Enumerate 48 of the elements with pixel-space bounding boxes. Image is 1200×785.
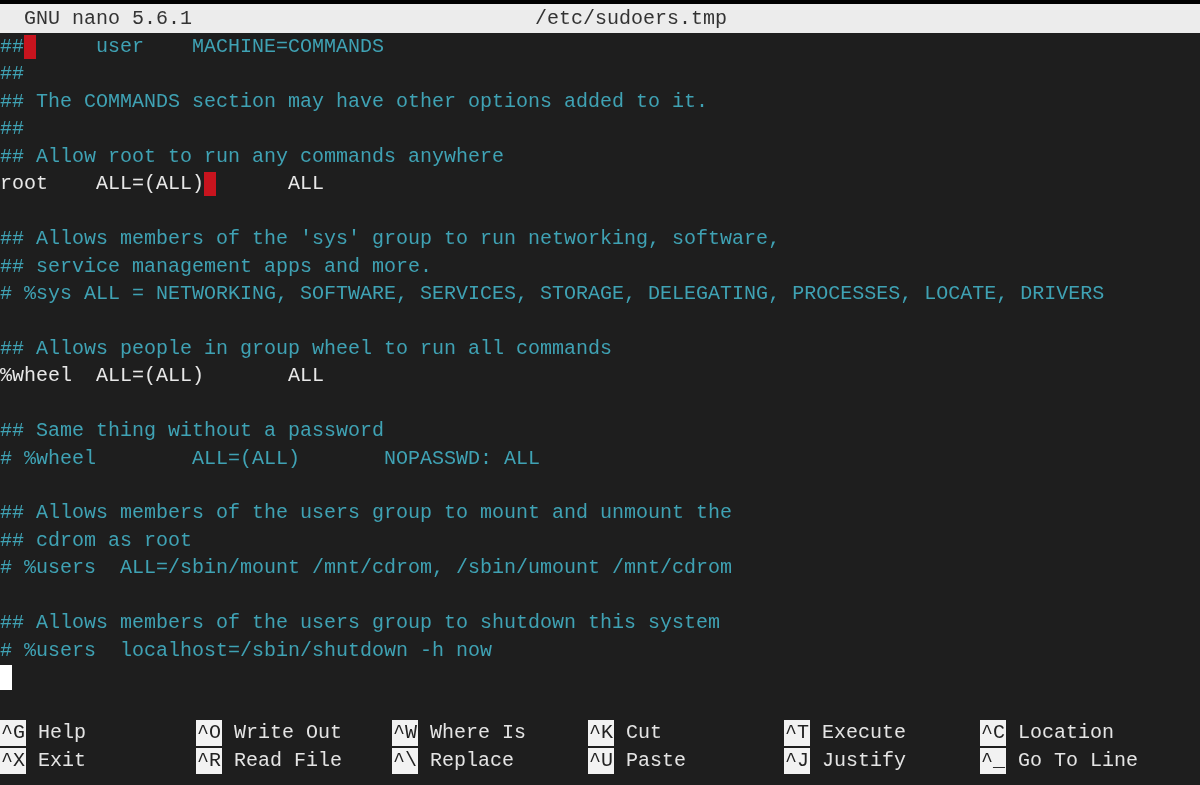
shortcut-key: ^_ xyxy=(980,747,1006,774)
shortcut-key: ^J xyxy=(784,747,810,774)
shortcut-label: Go To Line xyxy=(1018,747,1139,774)
shortcut-label: Exit xyxy=(38,747,87,774)
shortcut-key: ^O xyxy=(196,719,222,746)
shortcut-key: ^X xyxy=(0,747,26,774)
comment-text: ## Allows members of the 'sys' group to run networking, software, xyxy=(0,226,781,253)
shortcut-label: Replace xyxy=(430,747,515,774)
shortcut-key: ^R xyxy=(196,747,222,774)
comment-text: ## Allows members of the users group to mount and unmount the xyxy=(0,500,733,527)
comment-text: user MACHINE=COMMANDS xyxy=(95,34,385,60)
comment-text: # %wheel ALL=(ALL) NOPASSWD: ALL xyxy=(0,445,541,472)
shortcut-key: ^C xyxy=(980,719,1006,746)
comment-text: ## The COMMANDS section may have other options added to it. xyxy=(0,88,709,115)
comment-text: ## xyxy=(0,34,24,60)
shortcut-key: ^K xyxy=(588,719,614,746)
whitespace-marker xyxy=(24,34,36,59)
code-text: ALL xyxy=(287,171,325,198)
shortcut-label: Help xyxy=(38,719,87,746)
code-text: %wheel ALL=(ALL) ALL xyxy=(0,363,325,390)
shortcut-key: ^T xyxy=(784,719,810,746)
shortcut-label: Write Out xyxy=(234,719,343,746)
comment-text: ## Allows members of the users group to shutdown this system xyxy=(0,610,721,637)
shortcut-label: Execute xyxy=(822,719,907,746)
comment-text: ## xyxy=(0,116,24,143)
comment-text: ## service management apps and more. xyxy=(0,253,433,280)
shortcut-label: Justify xyxy=(822,747,907,774)
comment-text: # %users localhost=/sbin/shutdown -h now xyxy=(0,637,493,664)
shortcut-key: ^W xyxy=(392,719,418,746)
shortcut-label: Cut xyxy=(626,719,663,746)
comment-text: ## Allow root to run any commands anywhere xyxy=(0,143,505,170)
comment-text: # %sys ALL = NETWORKING, SOFTWARE, SERVICES, STORAGE, DELEGATING, PROCESSES, LOCATE, DRIVERS xyxy=(0,280,1105,307)
shortcut-key: ^\ xyxy=(392,747,418,774)
shortcut-key: ^G xyxy=(0,719,26,746)
code-text: root ALL=(ALL) xyxy=(0,171,205,198)
editor-version: GNU nano 5.6.1 xyxy=(24,6,193,32)
file-name: /etc/sudoers.tmp xyxy=(535,6,728,32)
shortcut-label: Paste xyxy=(626,747,687,774)
whitespace-marker xyxy=(204,171,217,196)
comment-text: ## cdrom as root xyxy=(0,527,193,554)
shortcut-key: ^U xyxy=(588,747,614,774)
shortcut-label: Location xyxy=(1018,719,1115,746)
comment-text: ## Same thing without a password xyxy=(0,418,385,445)
comment-text: ## xyxy=(0,61,24,88)
comment-text: ## Allows people in group wheel to run all commands xyxy=(0,335,613,362)
shortcut-label: Read File xyxy=(234,747,343,774)
shortcut-label: Where Is xyxy=(430,719,527,746)
comment-text: # %users ALL=/sbin/mount /mnt/cdrom, /sbin/umount /mnt/cdrom xyxy=(0,555,733,582)
